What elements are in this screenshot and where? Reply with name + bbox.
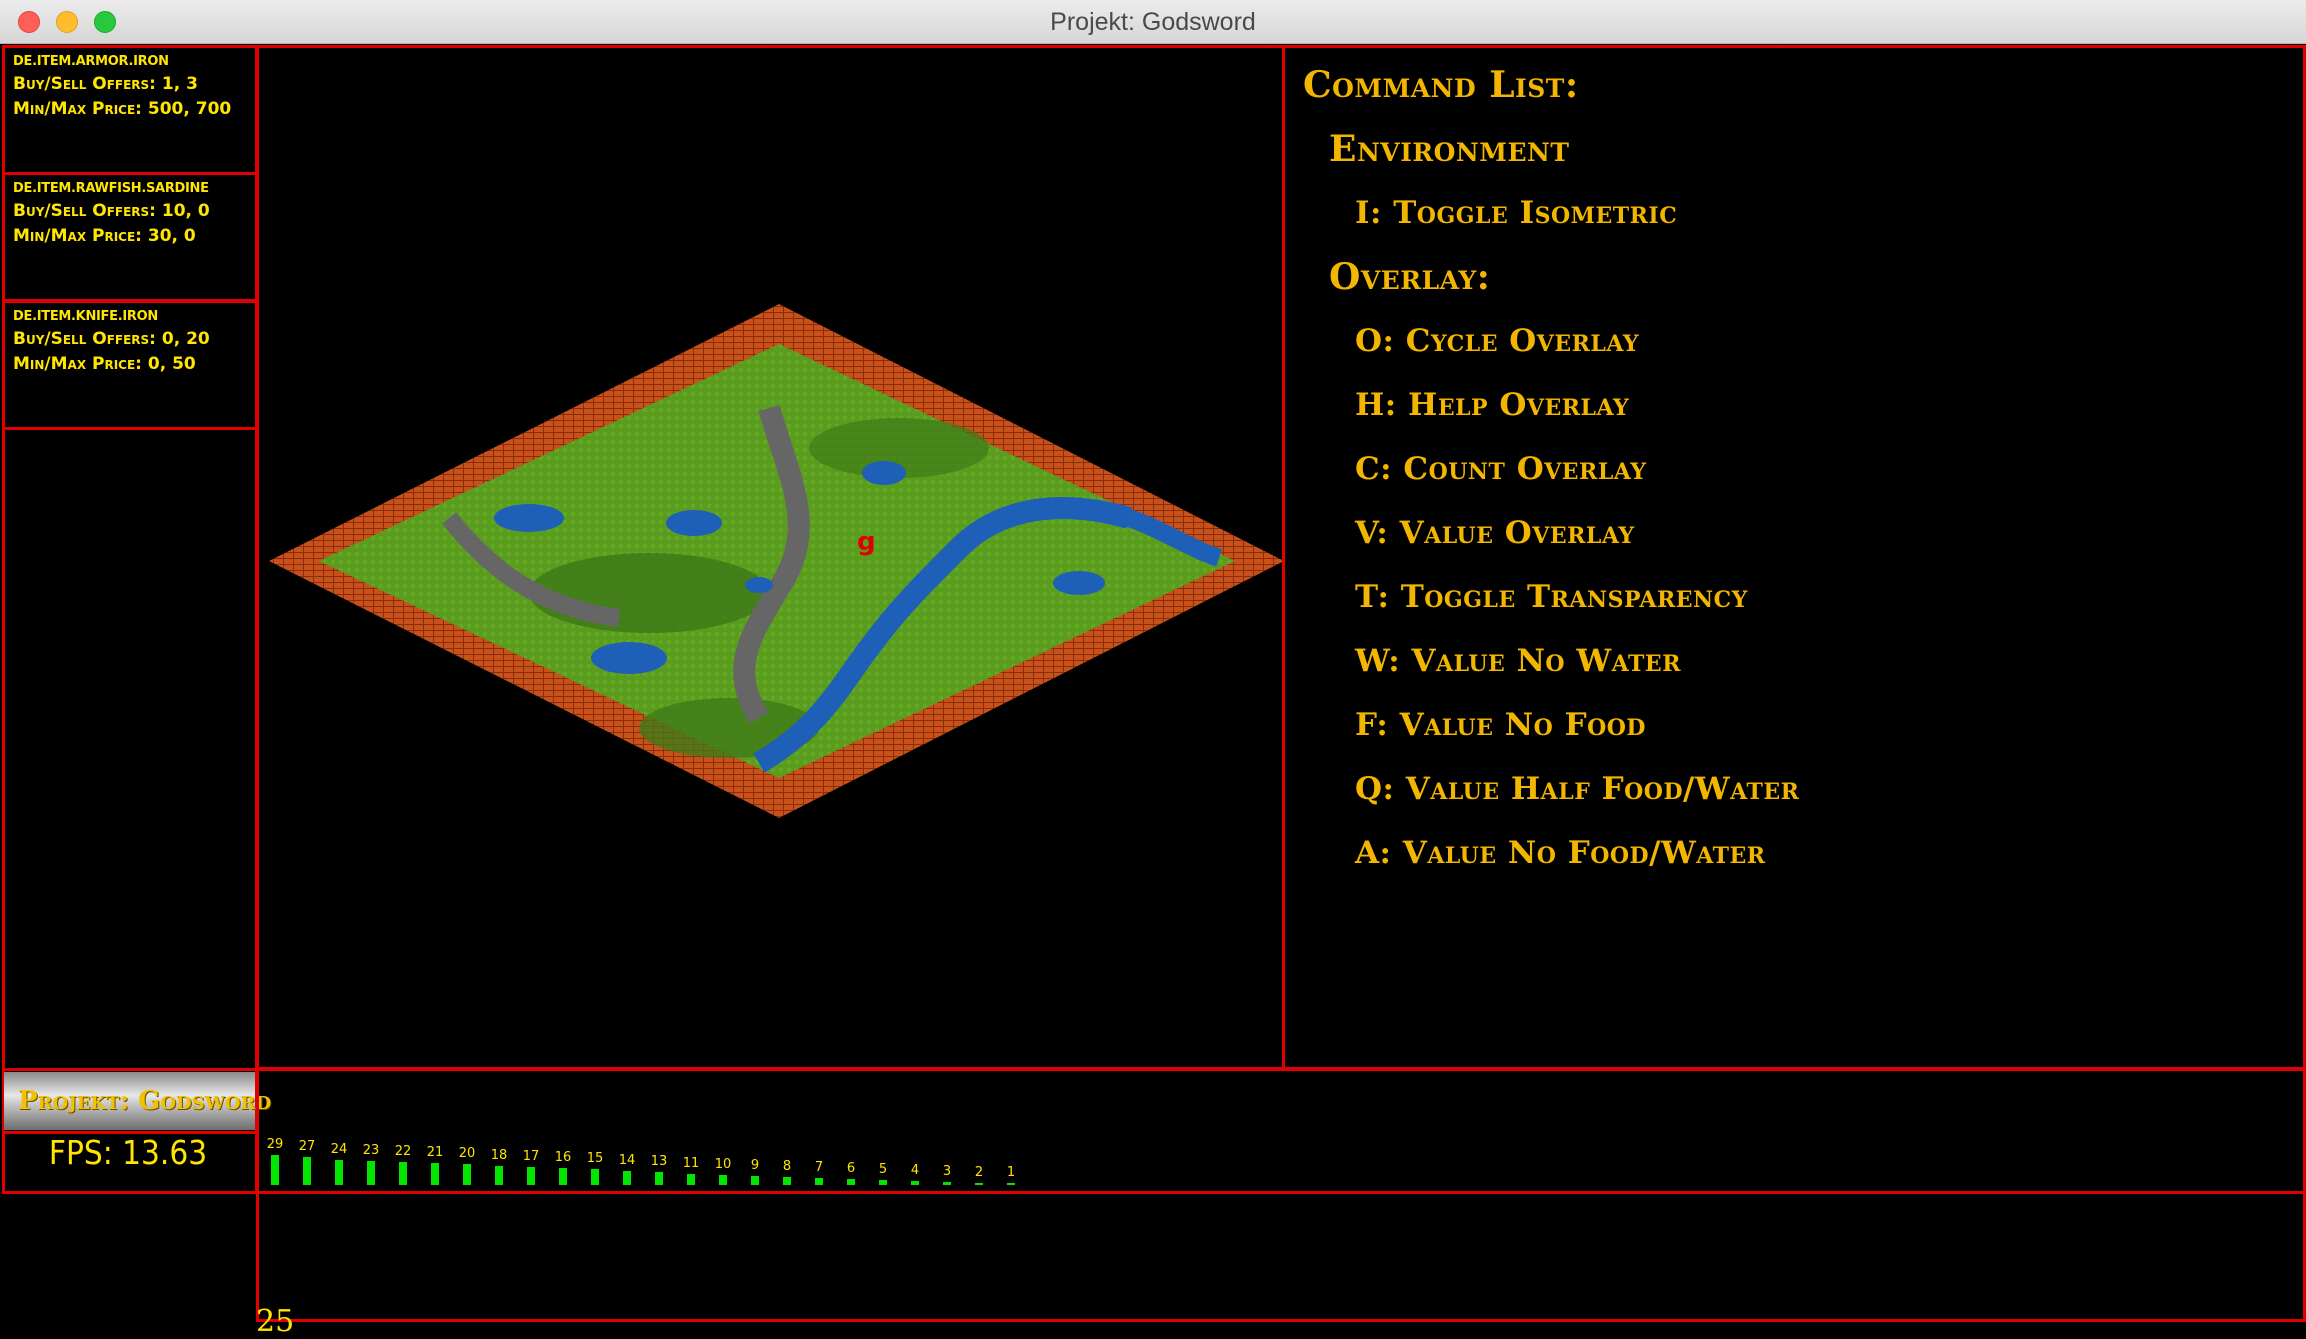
command-value-no-food-water: A: Value No Food/Water — [1355, 835, 1766, 871]
left-empty-panel — [2, 427, 258, 1113]
histogram-label: 4 — [910, 1163, 920, 1178]
command-help-overlay: H: Help Overlay — [1355, 387, 1630, 423]
histogram-label: 17 — [522, 1149, 540, 1164]
command-list-panel: Command List: Environment I: Toggle Isom… — [1282, 45, 2306, 1070]
histogram-bar — [975, 1183, 983, 1185]
market-price: Min/Max Price: 0, 50 — [13, 354, 196, 374]
histogram-bar — [431, 1163, 439, 1185]
histogram-bar — [1007, 1183, 1015, 1185]
market-panel-armor: DE.ITEM.ARMOR.IRON Buy/Sell Offers: 1, 3… — [2, 45, 258, 175]
histogram-label: 20 — [458, 1146, 476, 1161]
command-value-overlay: V: Value Overlay — [1355, 515, 1635, 551]
histogram-bar — [847, 1179, 855, 1185]
map-viewport[interactable]: g — [256, 45, 1285, 1070]
histogram-label: 7 — [814, 1160, 824, 1175]
command-list-title: Command List: — [1303, 64, 1579, 106]
histogram-bar — [335, 1160, 343, 1185]
histogram-bar — [271, 1155, 279, 1185]
histogram-bar — [911, 1181, 919, 1185]
command-value-half-food-water: Q: Value Half Food/Water — [1355, 771, 1800, 807]
overlay-heading: Overlay: — [1329, 256, 1491, 298]
histogram-bar — [367, 1161, 375, 1185]
histogram-bar — [559, 1168, 567, 1185]
histogram-bar — [751, 1176, 759, 1185]
market-panel-knife: DE.ITEM.KNIFE.IRON Buy/Sell Offers: 0, 2… — [2, 300, 258, 430]
agent-marker[interactable]: g — [857, 527, 876, 557]
fps-counter: FPS: 13.63 — [48, 1133, 208, 1172]
histogram-label: 5 — [878, 1162, 888, 1177]
histogram-label: 3 — [942, 1164, 952, 1179]
histogram-label: 15 — [586, 1151, 604, 1166]
market-offers: Buy/Sell Offers: 10, 0 — [13, 201, 210, 221]
command-cycle-overlay: O: Cycle Overlay — [1355, 323, 1640, 359]
histogram-label: 24 — [330, 1142, 348, 1157]
histogram-bar — [527, 1167, 535, 1185]
histogram-bar — [495, 1166, 503, 1185]
histogram-label: 1 — [1006, 1165, 1016, 1180]
lake — [862, 461, 906, 485]
godsword-logo: Projekt: Godsword — [4, 1072, 271, 1130]
lake — [591, 642, 667, 674]
lake — [494, 504, 564, 532]
bottom-panel — [256, 1191, 2306, 1322]
histogram-label: 8 — [782, 1159, 792, 1174]
histogram-bar — [879, 1180, 887, 1185]
isometric-map[interactable]: g — [259, 48, 1284, 1067]
lake — [666, 510, 722, 536]
market-price: Min/Max Price: 30, 0 — [13, 226, 196, 246]
forest-patch — [529, 553, 769, 633]
market-offers: Buy/Sell Offers: 0, 20 — [13, 329, 210, 349]
histogram-bar — [303, 1157, 311, 1185]
histogram-bar — [687, 1174, 695, 1185]
game-canvas[interactable]: DE.ITEM.ARMOR.IRON Buy/Sell Offers: 1, 3… — [0, 44, 2306, 1339]
histogram-bar — [815, 1178, 823, 1185]
logo-text: Projekt: Godsword — [18, 1086, 272, 1116]
value-histogram: 29 27 24 23 22 21 20 18 17 16 15 14 13 11 10 9 8 7 6 5 4 3 2 1 — [259, 1071, 2303, 1191]
lake — [745, 577, 773, 593]
command-value-no-food: F: Value No Food — [1355, 707, 1646, 743]
histogram-label: 9 — [750, 1158, 760, 1173]
histogram-label: 18 — [490, 1148, 508, 1163]
histogram-bar — [943, 1182, 951, 1185]
histogram-label: 29 — [266, 1137, 284, 1152]
lake — [1053, 571, 1105, 595]
market-item-name: DE.ITEM.RAWFISH.SARDINE — [13, 181, 209, 196]
command-toggle-isometric: I: Toggle Isometric — [1355, 195, 1678, 231]
window-title: Projekt: Godsword — [1050, 8, 1256, 36]
histogram-bar — [655, 1172, 663, 1185]
histogram-panel: 29 27 24 23 22 21 20 18 17 16 15 14 13 11 10 9 8 7 6 5 4 3 2 1 — [256, 1068, 2306, 1194]
market-panel-sardine: DE.ITEM.RAWFISH.SARDINE Buy/Sell Offers:… — [2, 172, 258, 302]
histogram-label: 6 — [846, 1161, 856, 1176]
histogram-label: 23 — [362, 1143, 380, 1158]
market-price: Min/Max Price: 500, 700 — [13, 99, 232, 119]
command-value-no-water: W: Value No Water — [1355, 643, 1681, 679]
histogram-label: 2 — [974, 1165, 984, 1180]
histogram-bar — [719, 1175, 727, 1185]
histogram-label: 16 — [554, 1150, 572, 1165]
histogram-bar — [591, 1169, 599, 1185]
histogram-label: 21 — [426, 1145, 444, 1160]
histogram-bar — [623, 1171, 631, 1185]
command-count-overlay: C: Count Overlay — [1355, 451, 1647, 487]
command-toggle-transparency: T: Toggle Transparency — [1355, 579, 1748, 615]
histogram-bar — [463, 1164, 471, 1185]
histogram-bar — [783, 1177, 791, 1185]
market-item-name: DE.ITEM.ARMOR.IRON — [13, 54, 169, 69]
histogram-label: 11 — [682, 1156, 700, 1171]
histogram-label: 22 — [394, 1144, 412, 1159]
histogram-label: 10 — [714, 1157, 732, 1172]
window-titlebar: Projekt: Godsword — [0, 0, 2306, 44]
histogram-label: 14 — [618, 1153, 636, 1168]
environment-heading: Environment — [1329, 128, 1570, 170]
histogram-label: 27 — [298, 1139, 316, 1154]
market-item-name: DE.ITEM.KNIFE.IRON — [13, 309, 158, 324]
market-offers: Buy/Sell Offers: 1, 3 — [13, 74, 198, 94]
histogram-label: 13 — [650, 1154, 668, 1169]
histogram-bar — [399, 1162, 407, 1185]
